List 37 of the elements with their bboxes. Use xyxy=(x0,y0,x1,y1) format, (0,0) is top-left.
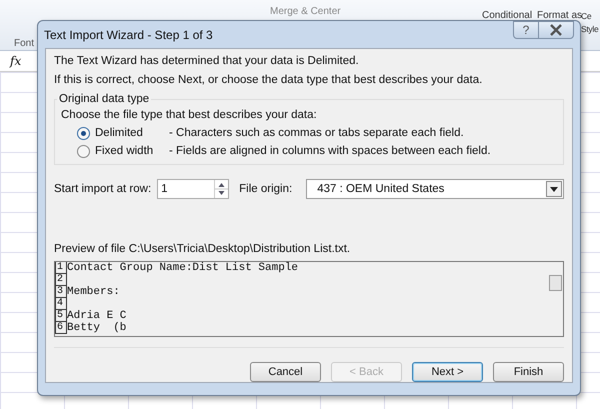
radio-button[interactable] xyxy=(77,126,90,140)
dialog-button[interactable]: Cancel xyxy=(250,362,321,382)
line-number: 1 xyxy=(55,262,67,274)
preview-line: Contact Group Name:Dist List Sample xyxy=(67,262,298,274)
line-number: 6 xyxy=(55,322,67,334)
preview-line: Adria E C xyxy=(67,310,126,322)
radio-label[interactable]: Delimited xyxy=(95,127,161,139)
group-legend: Original data type xyxy=(57,93,152,105)
file-origin-label: File origin: xyxy=(239,183,292,195)
conditional-formatting-button[interactable]: Conditional xyxy=(482,10,532,21)
close-button[interactable] xyxy=(538,21,574,39)
dialog-button[interactable]: Finish xyxy=(493,362,564,382)
format-as-table-button[interactable]: Format as xyxy=(537,10,582,21)
help-button[interactable]: ? xyxy=(513,21,539,39)
preview-line: Members: xyxy=(67,286,120,298)
option-description: - Characters such as commas or tabs separate each field. xyxy=(169,127,464,139)
preview-line: Betty (b xyxy=(67,322,126,334)
line-number: 2 xyxy=(55,274,67,286)
option-description: - Fields are aligned in columns with spaces between each field. xyxy=(169,145,491,157)
line-number: 5 xyxy=(55,310,67,322)
caret-icon xyxy=(546,181,562,197)
prompt-text: Choose the file type that best describes your data: xyxy=(61,109,318,121)
group-label: Font xyxy=(14,38,34,49)
function-icon[interactable]: fx xyxy=(10,54,22,68)
cell-styles-button[interactable]: Ce Style xyxy=(581,10,598,36)
close-icon xyxy=(549,24,563,36)
line-number: 4 xyxy=(55,298,67,310)
instruction-text: The Text Wizard has determined that your data is Delimited. xyxy=(54,55,360,67)
window-title: Text Import Wizard - Step 1 of 3 xyxy=(44,28,213,42)
radio-label[interactable]: Fixed width xyxy=(95,145,161,157)
dialog-button[interactable]: Next > xyxy=(412,362,483,382)
radio-button[interactable] xyxy=(77,144,90,158)
start-row-label: Start import at row: xyxy=(54,183,152,195)
line-number: 3 xyxy=(55,286,67,298)
preview-label: Preview of file C:\Users\Tricia\Desktop\Distribution List.txt. xyxy=(54,243,352,255)
instruction-text: If this is correct, choose Next, or choose the data type that best describes your data. xyxy=(54,74,484,86)
file-origin-dropdown[interactable]: 437 : OEM United States xyxy=(306,179,564,199)
